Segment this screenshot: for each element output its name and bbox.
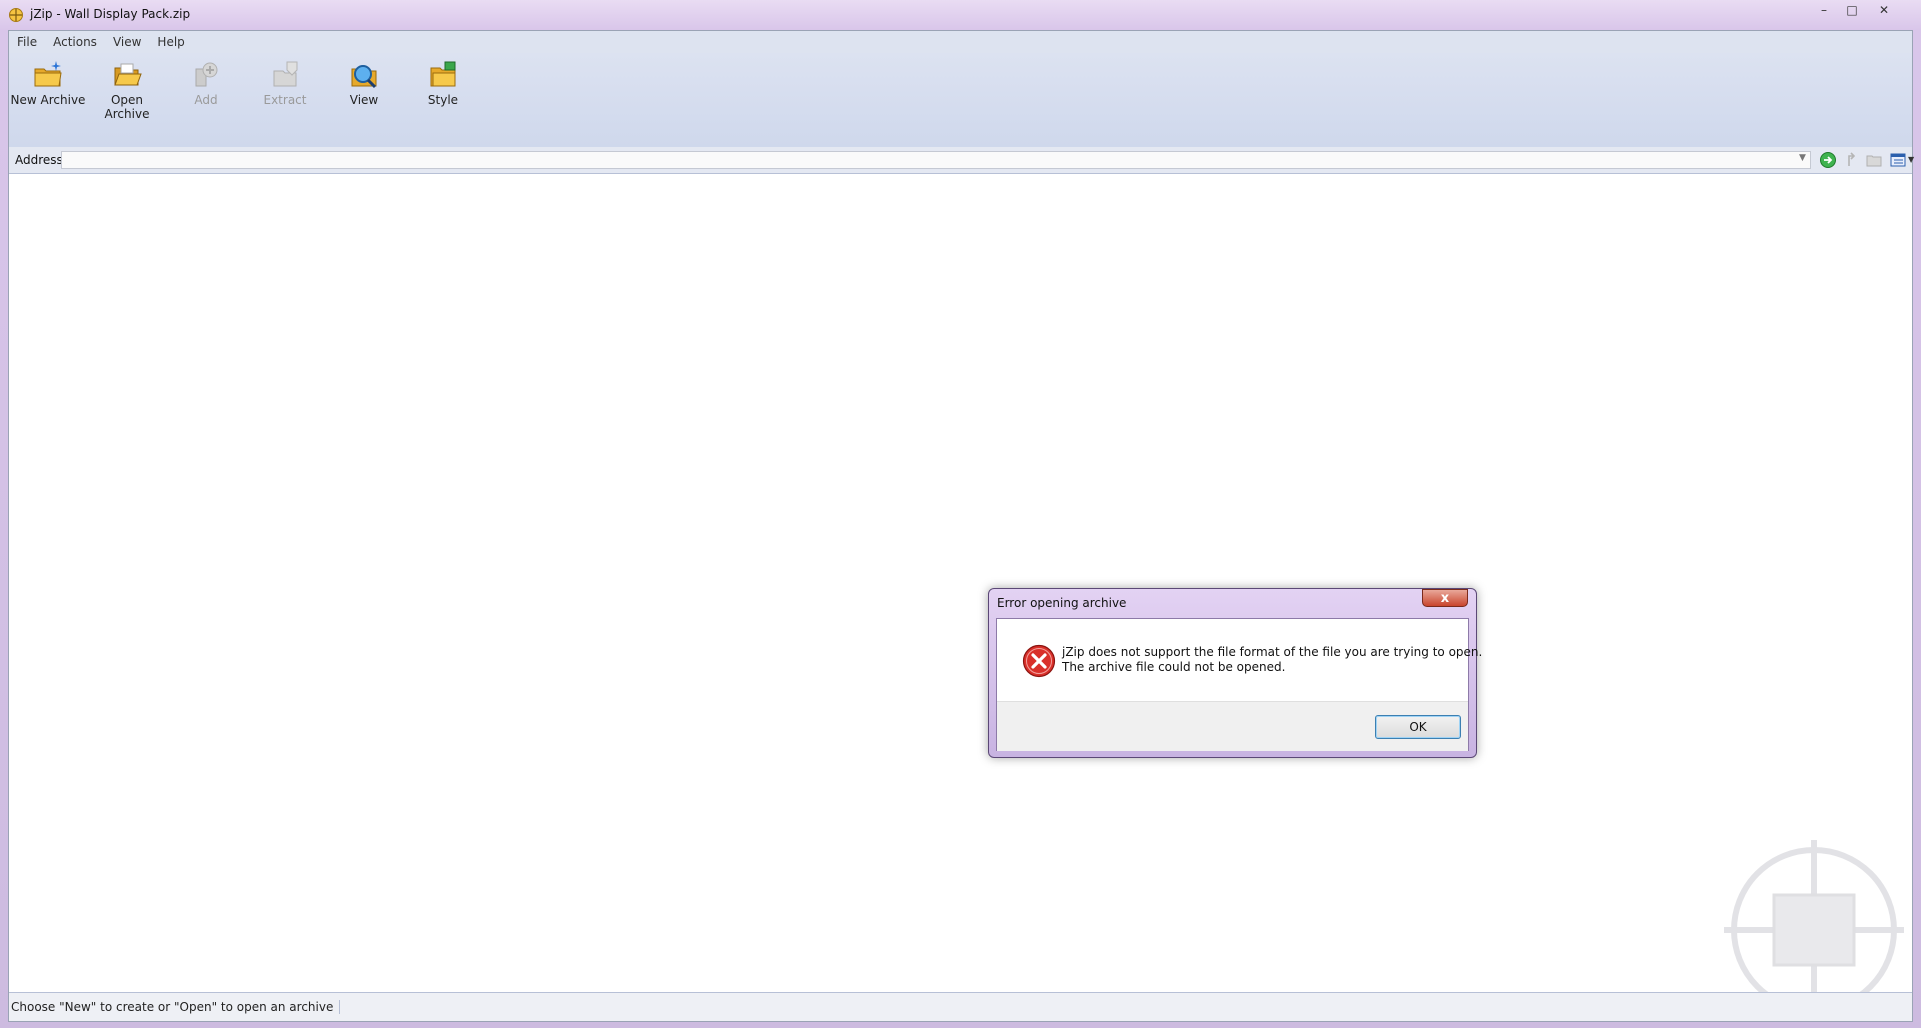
menu-help[interactable]: Help xyxy=(149,35,192,49)
toolbar: New Archive Open Archive Add Extract Vie… xyxy=(9,53,1912,148)
view-mode-dropdown-icon[interactable]: ▼ xyxy=(1908,155,1914,164)
title-bar[interactable]: jZip - Wall Display Pack.zip – □ ✕ xyxy=(0,0,1921,30)
error-dialog: Error opening archive x jZip does not su… xyxy=(988,588,1482,758)
add-label: Add xyxy=(194,93,218,107)
go-icon[interactable] xyxy=(1819,151,1837,169)
address-label: Address xyxy=(15,153,63,167)
menu-file[interactable]: File xyxy=(9,35,45,49)
view-label: View xyxy=(349,93,379,107)
new-archive-icon xyxy=(34,61,62,87)
status-bar: Choose "New" to create or "Open" to open… xyxy=(9,992,1912,1021)
style-icon xyxy=(430,61,456,87)
address-input[interactable] xyxy=(61,151,1811,169)
view-button[interactable]: View xyxy=(325,59,403,115)
dialog-body: jZip does not support the file format of… xyxy=(996,618,1482,751)
dialog-title: Error opening archive xyxy=(997,596,1127,610)
extract-icon xyxy=(273,61,298,87)
main-client-area: File Actions View Help New Archive Open … xyxy=(8,30,1914,1022)
window-title: jZip - Wall Display Pack.zip xyxy=(30,7,191,21)
open-archive-label: Open Archive xyxy=(104,93,150,121)
view-mode-icon[interactable] xyxy=(1889,151,1907,169)
dialog-close-button[interactable]: x xyxy=(1422,589,1468,607)
ok-button[interactable]: OK xyxy=(1375,715,1461,739)
maximize-button[interactable]: □ xyxy=(1838,0,1866,20)
new-archive-button[interactable]: New Archive xyxy=(9,59,87,115)
app-window: jZip - Wall Display Pack.zip – □ ✕ File … xyxy=(0,0,1921,1028)
dialog-button-area: OK xyxy=(997,701,1468,751)
minimize-button[interactable]: – xyxy=(1810,0,1838,20)
jzip-app-icon xyxy=(9,8,23,22)
address-bar: Address ▼ ▼ xyxy=(9,147,1914,174)
add-button[interactable]: Add xyxy=(167,59,245,115)
folder-nav-icon[interactable] xyxy=(1865,151,1883,169)
extract-label: Extract xyxy=(263,93,307,107)
open-archive-button[interactable]: Open Archive xyxy=(88,59,166,121)
style-button[interactable]: Style xyxy=(404,59,482,115)
dialog-message-area: jZip does not support the file format of… xyxy=(997,619,1482,701)
menu-bar: File Actions View Help xyxy=(9,31,1912,53)
add-icon xyxy=(195,62,218,87)
view-icon xyxy=(351,65,377,89)
close-window-button[interactable]: ✕ xyxy=(1866,0,1902,20)
up-level-icon[interactable] xyxy=(1843,151,1861,169)
dialog-message-line1: jZip does not support the file format of… xyxy=(1062,645,1483,659)
new-archive-label: New Archive xyxy=(10,93,86,107)
status-text: Choose "New" to create or "Open" to open… xyxy=(11,1000,341,1014)
style-label: Style xyxy=(427,93,459,107)
menu-view[interactable]: View xyxy=(105,35,149,49)
error-icon xyxy=(1022,644,1056,678)
archive-content-area[interactable] xyxy=(9,174,1912,1020)
menu-actions[interactable]: Actions xyxy=(45,35,105,49)
dialog-message-line2: The archive file could not be opened. xyxy=(1062,660,1286,674)
address-dropdown-icon[interactable]: ▼ xyxy=(1799,153,1806,163)
extract-button[interactable]: Extract xyxy=(246,59,324,115)
open-archive-icon xyxy=(114,63,142,86)
